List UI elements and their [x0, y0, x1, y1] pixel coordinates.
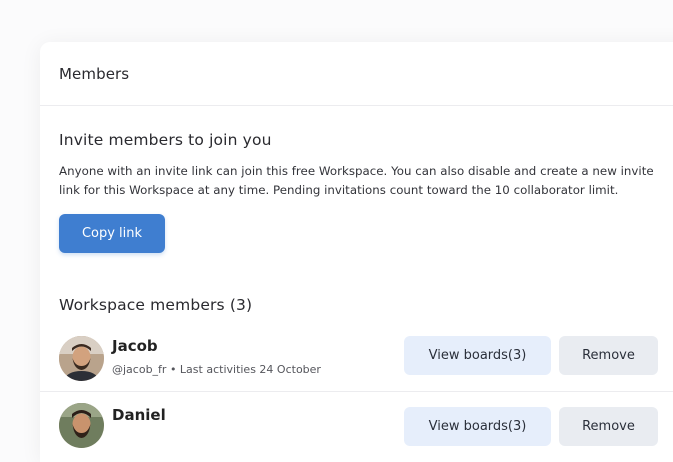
view-boards-button[interactable]: View boards(3)	[404, 407, 551, 446]
member-meta: @jacob_fr • Last activities 24 October	[112, 363, 321, 376]
member-row: Jacob @jacob_fr • Last activities 24 Oct…	[40, 326, 673, 392]
invite-description: Anyone with an invite link can join this…	[59, 164, 654, 197]
invite-heading: Invite members to join you	[59, 131, 272, 149]
avatar[interactable]	[59, 336, 104, 381]
member-name: Daniel	[112, 406, 166, 424]
panel-header: Members	[40, 42, 673, 106]
panel-title: Members	[59, 64, 130, 83]
member-name: Jacob	[112, 337, 158, 355]
member-row: Daniel View boards(3) Remove	[40, 393, 673, 459]
workspace-members-heading: Workspace members (3)	[59, 296, 253, 314]
remove-member-button[interactable]: Remove	[559, 336, 658, 375]
copy-link-button[interactable]: Copy link	[59, 214, 165, 253]
remove-member-button[interactable]: Remove	[559, 407, 658, 446]
avatar-photo-icon	[59, 403, 104, 448]
avatar[interactable]	[59, 403, 104, 448]
members-panel: Members Invite members to join you Anyon…	[40, 42, 673, 462]
avatar-photo-icon	[59, 336, 104, 381]
view-boards-button[interactable]: View boards(3)	[404, 336, 551, 375]
